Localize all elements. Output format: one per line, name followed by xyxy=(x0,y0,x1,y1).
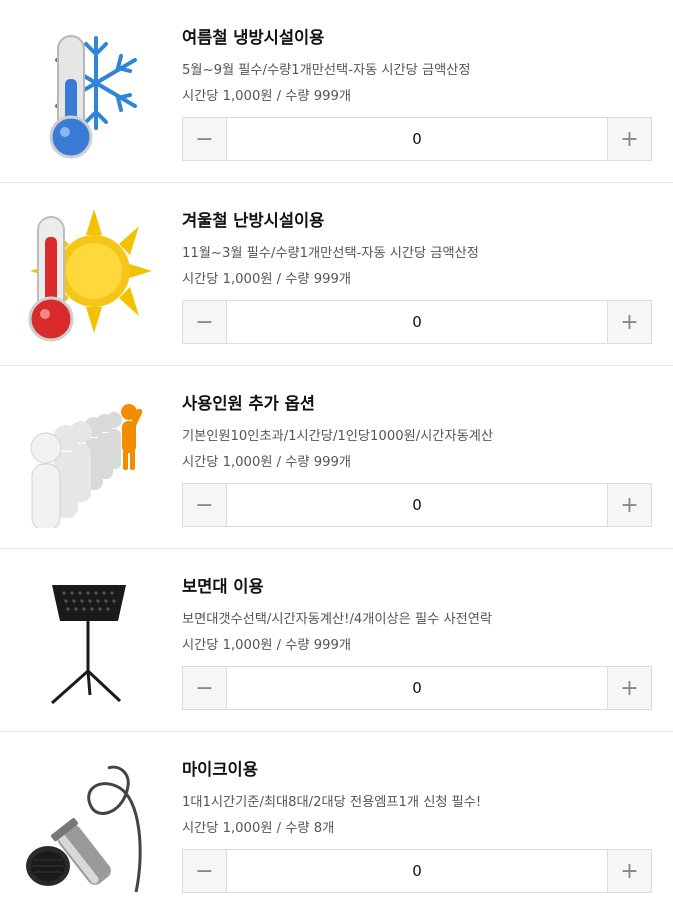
option-list: 여름철 냉방시설이용 5월~9월 필수/수량1개만선택-자동 시간당 금액산정 … xyxy=(0,0,673,905)
decrease-button[interactable]: − xyxy=(183,850,227,892)
music-stand-icon xyxy=(16,573,154,711)
increase-button[interactable]: + xyxy=(607,118,651,160)
option-price: 시간당 1,000원 / 수량 8개 xyxy=(182,821,335,836)
decrease-button[interactable]: − xyxy=(183,301,227,343)
increase-button[interactable]: + xyxy=(607,484,651,526)
option-description: 1대1시간기준/최대8대/2대당 전용엠프1개 신청 필수! xyxy=(182,795,482,810)
option-title: 여름철 냉방시설이용 xyxy=(182,28,325,47)
increase-button[interactable]: + xyxy=(607,301,651,343)
quantity-input[interactable] xyxy=(227,667,607,709)
quantity-stepper: − + xyxy=(182,666,652,710)
option-description: 5월~9월 필수/수량1개만선택-자동 시간당 금액산정 xyxy=(182,63,471,78)
people-line-icon xyxy=(16,390,154,528)
option-title: 마이크이용 xyxy=(182,760,258,779)
microphone-icon xyxy=(16,756,154,894)
option-price: 시간당 1,000원 / 수량 999개 xyxy=(182,89,352,104)
option-description: 기본인원10인초과/1시간당/1인당1000원/시간자동계산 xyxy=(182,429,493,444)
quantity-input[interactable] xyxy=(227,301,607,343)
thermometer-snowflake-icon xyxy=(16,24,154,162)
quantity-stepper: − + xyxy=(182,849,652,893)
thermometer-sun-icon xyxy=(16,207,154,345)
quantity-stepper: − + xyxy=(182,300,652,344)
option-price: 시간당 1,000원 / 수량 999개 xyxy=(182,638,352,653)
decrease-button[interactable]: − xyxy=(183,667,227,709)
quantity-input[interactable] xyxy=(227,850,607,892)
option-item-extra-people: 사용인원 추가 옵션 기본인원10인초과/1시간당/1인당1000원/시간자동계… xyxy=(0,366,673,549)
quantity-stepper: − + xyxy=(182,483,652,527)
option-description: 보면대갯수선택/시간자동계산!/4개이상은 필수 사전연락 xyxy=(182,612,492,627)
increase-button[interactable]: + xyxy=(607,850,651,892)
option-price: 시간당 1,000원 / 수량 999개 xyxy=(182,272,352,287)
option-description: 11월~3월 필수/수량1개만선택-자동 시간당 금액산정 xyxy=(182,246,479,261)
quantity-stepper: − + xyxy=(182,117,652,161)
decrease-button[interactable]: − xyxy=(183,118,227,160)
quantity-input[interactable] xyxy=(227,118,607,160)
quantity-input[interactable] xyxy=(227,484,607,526)
decrease-button[interactable]: − xyxy=(183,484,227,526)
increase-button[interactable]: + xyxy=(607,667,651,709)
option-price: 시간당 1,000원 / 수량 999개 xyxy=(182,455,352,470)
option-item-music-stand: 보면대 이용 보면대갯수선택/시간자동계산!/4개이상은 필수 사전연락 시간당… xyxy=(0,549,673,732)
option-title: 겨울철 난방시설이용 xyxy=(182,211,325,230)
option-title: 사용인원 추가 옵션 xyxy=(182,394,315,413)
option-title: 보면대 이용 xyxy=(182,577,264,596)
option-item-microphone: 마이크이용 1대1시간기준/최대8대/2대당 전용엠프1개 신청 필수! 시간당… xyxy=(0,732,673,905)
option-item-heating: 겨울철 난방시설이용 11월~3월 필수/수량1개만선택-자동 시간당 금액산정… xyxy=(0,183,673,366)
option-item-cooling: 여름철 냉방시설이용 5월~9월 필수/수량1개만선택-자동 시간당 금액산정 … xyxy=(0,0,673,183)
